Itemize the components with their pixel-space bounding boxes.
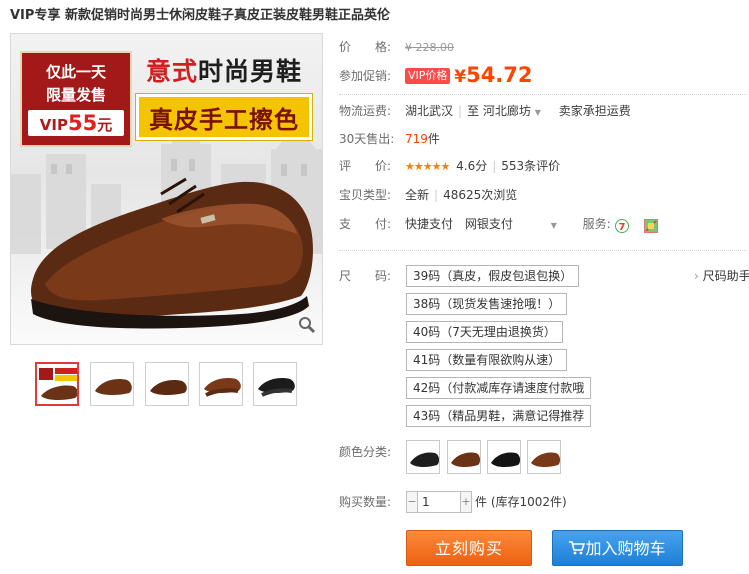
svg-text:7: 7 [618,222,625,233]
quantity-input[interactable] [418,491,460,513]
ship-to-dropdown[interactable]: 河北廊坊 ▼ [483,104,541,118]
add-to-cart-button[interactable]: 加入购物车 [552,530,683,566]
size-label: 尺 码: [339,269,392,283]
quantity-label: 购买数量: [339,495,392,509]
chevron-down-icon[interactable]: ▼ [551,221,557,230]
decrement-button[interactable]: − [406,491,418,513]
slogan-part2: 时尚男鞋 [198,57,303,86]
price-label: 价 格: [339,40,392,54]
size-option-39[interactable]: 39码（真皮，假皮包退包换） [406,265,580,287]
color-swatch-brown-1[interactable] [447,440,481,474]
sales-row: 30天售出: 719件 [339,128,440,150]
sales-label: 30天售出: [339,132,395,146]
slogan-part1: 意式 [145,57,198,86]
image-slogan-line2: 真皮手工擦色 [136,94,312,140]
size-option-40[interactable]: 40码（7天无理由退换货） [406,321,563,343]
promo-price-value: 54.72 [466,63,533,87]
size-option-43[interactable]: 43码（精品男鞋，满意记得推荐 [406,405,592,427]
thumbnail-4[interactable] [199,362,243,406]
separator: | [434,188,439,202]
view-count: 48625次浏览 [443,188,518,202]
item-type-label: 宝贝类型: [339,188,392,202]
quantity-stepper: − + [406,491,472,513]
thumbnail-2[interactable] [90,362,134,406]
size-label-row: 尺 码: [339,265,405,287]
ship-from: 湖北武汉 [405,104,454,118]
promo-badge: 仅此一天 限量发售 VIP55元 [20,51,132,147]
seven-day-return-icon[interactable]: 7 [614,218,629,233]
sales-unit: 件 [427,132,440,146]
size-option-38[interactable]: 38码（现货发售速抢哦！） [406,293,568,315]
main-product-image[interactable]: 仅此一天 限量发售 VIP55元 意式时尚男鞋 真皮手工擦色 [10,33,323,345]
separator: | [458,104,463,118]
quantity-label-row: 购买数量: [339,491,405,513]
divider [339,94,747,95]
color-swatch-black-1[interactable] [406,440,440,474]
size-option-42[interactable]: 42码（付款减库存请速度付款哦 [406,377,592,399]
promo-row: 参加促销: VIP价格 ¥54.72 [339,62,533,88]
badge-vip-unit: 元 [97,116,113,134]
promo-label: 参加促销: [339,68,392,83]
badge-vip-price: VIP55元 [28,110,124,136]
price-row: 价 格: ¥ 228.00 [339,36,454,58]
shipping-note: 卖家承担运费 [558,104,631,118]
color-swatch-black-2[interactable] [487,440,521,474]
payment-row: 支 付: 快捷支付 网银支付 ▼ 服务: 7 [339,213,659,235]
chevron-right-icon: › [694,269,699,283]
original-price: ¥ 228.00 [405,41,454,54]
magnifier-icon[interactable] [298,316,316,338]
ship-to-sep: 至 [467,104,480,118]
add-to-cart-label: 加入购物车 [585,539,666,558]
color-label-row: 颜色分类: [339,441,405,463]
item-condition: 全新 [405,188,430,202]
promo-price: ¥54.72 [454,63,532,87]
badge-line2: 限量发售 [45,86,106,104]
shipping-label: 物流运费: [339,104,392,118]
divider [339,250,747,251]
shipping-row: 物流运费: 湖北武汉 | 至 河北廊坊 ▼ 卖家承担运费 [339,100,631,122]
vip-price-tag: VIP价格 [405,68,451,84]
stock-info: 件 (库存1002件) [475,495,567,509]
thumbnail-1[interactable] [35,362,79,406]
thumbnail-3[interactable] [145,362,189,406]
size-helper-link[interactable]: › 尺码助手 [694,265,749,287]
item-type-row: 宝贝类型: 全新 | 48625次浏览 [339,184,517,206]
chevron-down-icon: ▼ [534,108,541,117]
size-helper-label: 尺码助手 [702,269,749,283]
yen-symbol: ¥ [454,67,467,87]
thumbnail-5[interactable] [253,362,297,406]
ship-to: 河北廊坊 [482,104,531,118]
image-slogan-line1: 意式时尚男鞋 [138,52,310,92]
star-rating-icon: ★★★★★ [405,160,450,173]
consumer-protection-icon[interactable] [644,218,659,233]
product-title: VIP专享 新款促销时尚男士休闲皮鞋子真皮正装皮鞋男鞋正品英伦 [10,8,390,23]
review-count-link[interactable]: 553条评价 [501,159,560,173]
buy-now-button[interactable]: 立刻购买 [406,530,532,566]
badge-line1: 仅此一天 [45,63,106,81]
increment-button[interactable]: + [460,491,472,513]
payment-label: 支 付: [339,217,392,231]
badge-vip-number: 55 [67,111,98,135]
separator: | [492,159,497,173]
service-label: 服务: [582,217,611,231]
size-option-41[interactable]: 41码（数量有限欲购从速） [406,349,568,371]
badge-vip-prefix: VIP [39,116,68,134]
cart-icon [569,539,586,558]
rating-label: 评 价: [339,159,392,173]
payment-method-1: 快捷支付 [405,217,454,231]
color-swatch-brown-2[interactable] [527,440,561,474]
color-label: 颜色分类: [339,445,392,459]
sales-count: 719 [405,132,428,146]
rating-score: 4.6分 [456,159,488,173]
payment-method-2: 网银支付 [464,217,513,231]
rating-row: 评 价: ★★★★★ 4.6分 | 553条评价 [339,155,560,177]
